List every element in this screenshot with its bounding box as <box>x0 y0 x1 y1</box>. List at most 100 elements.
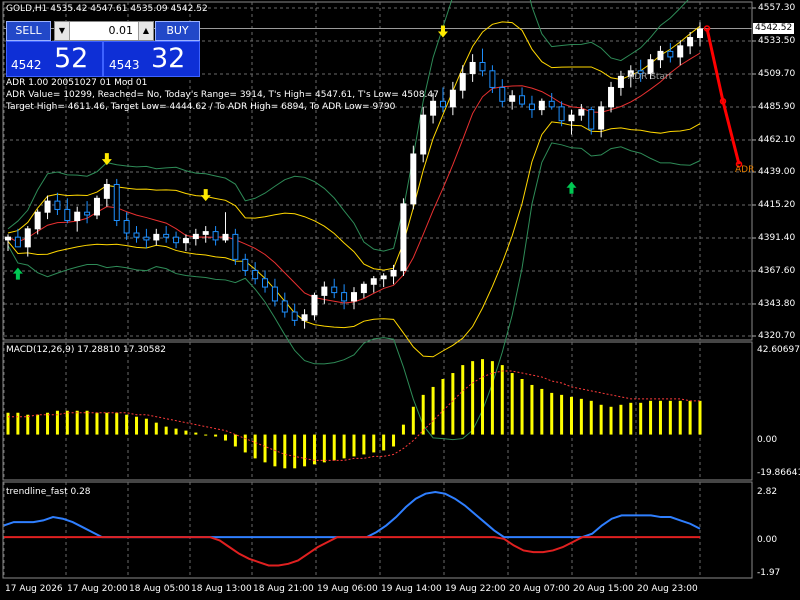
candle-body <box>291 311 298 321</box>
macd-histogram-bar <box>95 412 99 435</box>
price-tick-label: 4367.60 <box>758 265 796 276</box>
buy-button[interactable]: BUY <box>155 21 200 41</box>
macd-histogram-bar <box>26 414 30 435</box>
macd-histogram-bar <box>16 412 20 435</box>
candle-body <box>617 75 624 88</box>
macd-histogram-bar <box>46 412 50 435</box>
candle-body <box>598 106 605 130</box>
candle-body <box>93 197 100 216</box>
candle-body <box>143 236 150 241</box>
candle-body <box>202 231 209 235</box>
macd-histogram-bar <box>550 392 554 435</box>
macd-histogram-bar <box>540 388 544 435</box>
time-tick-label: 20 Aug 07:00 <box>509 584 570 594</box>
sell-price-prefix: 4542 <box>11 58 42 72</box>
macd-histogram-bar <box>520 378 524 435</box>
adr-info-line-3: Target High= 4611.46, Target Low= 4444.6… <box>6 102 396 112</box>
arrow-up-icon[interactable]: ▲ <box>138 22 153 40</box>
inner-band-lower <box>7 121 701 358</box>
candle-body <box>351 292 357 302</box>
macd-histogram-bar <box>352 434 356 457</box>
buy-price-pips: 32 <box>151 43 186 74</box>
candle-body <box>74 211 81 222</box>
buy-price-prefix: 4543 <box>109 58 140 72</box>
price-tick-label: 4439.00 <box>758 167 796 177</box>
macd-histogram-bar <box>639 402 643 435</box>
macd-histogram-bar <box>688 400 692 435</box>
macd-histogram-bar <box>579 398 583 435</box>
macd-histogram-bar <box>125 414 129 435</box>
macd-histogram-bar <box>85 410 89 435</box>
macd-histogram-bar <box>619 404 623 435</box>
macd-histogram-bar <box>411 406 415 435</box>
macd-histogram-bar <box>174 428 178 435</box>
trend-tick-min: -1.97 <box>757 568 781 578</box>
price-tick-label: 4557.30 <box>758 3 796 13</box>
macd-histogram-bar <box>569 396 573 435</box>
price-tick-label: 4509.70 <box>758 68 796 79</box>
macd-histogram-bar <box>589 400 593 435</box>
chart-header: GOLD,H1 4535.42 4547.61 4535.09 4542.52 <box>6 4 208 14</box>
candle-body <box>430 100 437 116</box>
macd-tick-min: -19.86641 <box>757 468 800 478</box>
buy-price-box[interactable]: 4543 32 <box>103 41 200 77</box>
trendline-label: trendline_fast 0.28 <box>6 487 91 497</box>
candle-body <box>252 269 259 280</box>
candle-body <box>677 45 684 58</box>
candle-body <box>281 300 288 313</box>
candle-body <box>123 220 130 234</box>
candle-body <box>24 228 31 248</box>
mt4-chart-window[interactable]: GOLD,H1 4535.42 4547.61 4535.09 4542.52 … <box>0 0 800 600</box>
candle-body <box>5 236 11 241</box>
adr-projection-line <box>705 28 741 165</box>
candle-body <box>410 153 417 205</box>
candle-body <box>390 269 397 277</box>
macd-histogram-bar <box>530 384 534 435</box>
sell-button[interactable]: SELL <box>6 21 51 41</box>
macd-histogram-bar <box>223 434 227 441</box>
candle-body <box>538 100 545 111</box>
candle-body <box>34 211 41 230</box>
price-tick-label: 4320.70 <box>758 331 796 341</box>
sell-price-box[interactable]: 4542 52 <box>6 41 103 77</box>
sell-signal-arrow-icon <box>200 189 211 202</box>
macd-histogram-bar <box>36 414 40 435</box>
sell-price-pips: 52 <box>54 43 89 74</box>
macd-label: MACD(12,26,9) 17.28810 17.30582 <box>6 345 166 355</box>
candle-body <box>439 100 446 108</box>
candle-body <box>64 208 71 222</box>
candle-body <box>232 233 239 260</box>
macd-histogram-bar <box>629 402 633 435</box>
candle-body <box>548 100 555 108</box>
time-tick-label: 19 Aug 22:00 <box>445 584 506 594</box>
lot-size-field[interactable]: ▼ 0.01 ▲ <box>54 21 154 41</box>
candle-body <box>370 278 377 285</box>
lot-size-value[interactable]: 0.01 <box>71 22 137 40</box>
candle-body <box>14 236 21 248</box>
time-tick-label: 17 Aug 2026 <box>5 584 63 594</box>
macd-histogram-bar <box>253 434 257 459</box>
macd-histogram-bar <box>184 430 188 435</box>
candle-body <box>380 275 387 280</box>
macd-histogram-bar <box>560 394 564 435</box>
macd-histogram-bar <box>500 365 504 435</box>
macd-histogram-bar <box>283 434 287 469</box>
candle-body <box>449 89 456 108</box>
macd-histogram-bar <box>609 406 613 435</box>
macd-histogram-bar <box>382 434 386 451</box>
candle-body <box>578 109 585 116</box>
candle-body <box>182 238 189 244</box>
macd-histogram-bar <box>214 434 218 437</box>
time-tick-label: 19 Aug 06:00 <box>317 584 378 594</box>
candle-body <box>528 103 535 111</box>
candle-body <box>103 183 110 199</box>
arrow-down-icon[interactable]: ▼ <box>55 22 70 40</box>
macd-histogram-bar <box>431 386 435 435</box>
candle-body <box>657 50 664 61</box>
trend-tick-max: 2.82 <box>757 487 778 497</box>
trend-fast-negative-line <box>4 536 700 567</box>
macd-histogram-bar <box>362 434 366 455</box>
macd-histogram-bar <box>322 434 326 463</box>
macd-histogram-bar <box>461 365 465 435</box>
macd-histogram-bar <box>293 434 297 469</box>
